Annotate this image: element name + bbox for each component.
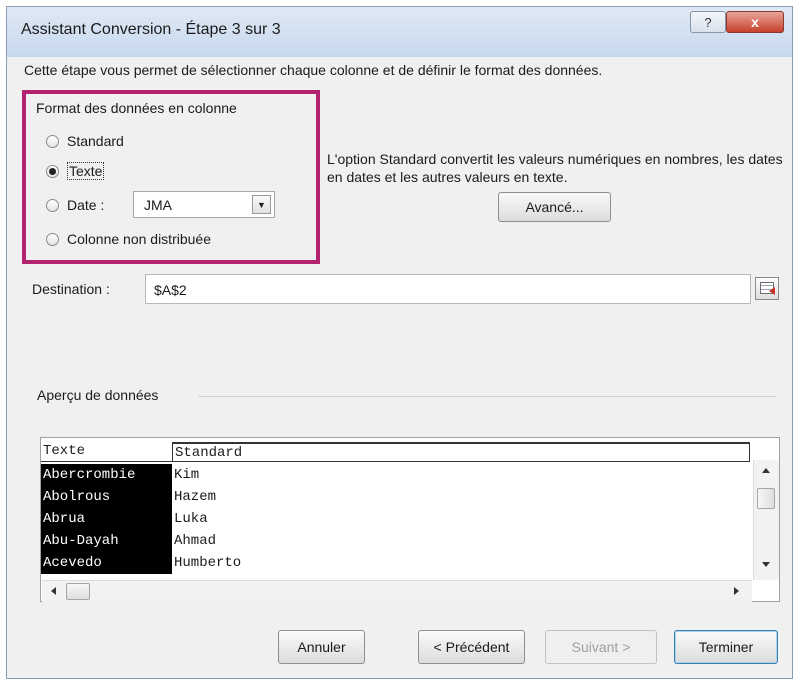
column-format-legend: Format des données en colonne (36, 100, 237, 116)
radio-standard-label[interactable]: Standard (67, 133, 124, 149)
date-format-value: JMA (144, 197, 172, 213)
date-format-select[interactable]: JMA ▼ (133, 191, 275, 218)
radio-date-label[interactable]: Date : (67, 197, 104, 213)
chevron-down-icon[interactable]: ▼ (252, 195, 271, 214)
scroll-left-icon[interactable] (51, 587, 56, 595)
column-header-texte[interactable]: Texte (41, 442, 172, 462)
preview-cell[interactable]: Ahmad (172, 530, 750, 552)
previous-button[interactable]: < Précédent (418, 630, 525, 664)
vertical-scroll-thumb[interactable] (757, 488, 775, 509)
preview-cell[interactable]: Luka (172, 508, 750, 530)
preview-cell[interactable]: Abrua (41, 508, 172, 530)
close-icon: x (751, 14, 759, 30)
preview-cell[interactable]: Abercrombie (41, 464, 172, 486)
radio-date[interactable]: Date : (46, 194, 104, 216)
horizontal-scroll-thumb[interactable] (66, 583, 90, 600)
scroll-down-icon[interactable] (762, 562, 770, 567)
preview-cell[interactable]: Humberto (172, 552, 750, 574)
radio-skip-column[interactable]: Colonne non distribuée (46, 228, 211, 250)
preview-cell[interactable]: Abolrous (41, 486, 172, 508)
next-button[interactable]: Suivant > (545, 630, 657, 664)
radio-texte[interactable]: Texte (46, 160, 105, 182)
preview-cell[interactable]: Abu-Dayah (41, 530, 172, 552)
close-button[interactable]: x (726, 11, 784, 33)
scroll-up-icon[interactable] (762, 468, 770, 473)
preview-cell[interactable]: Kim (172, 464, 750, 486)
destination-input[interactable]: $A$2 (145, 274, 751, 304)
preview-cell[interactable]: Hazem (172, 486, 750, 508)
radio-standard-indicator[interactable] (46, 134, 59, 148)
destination-value[interactable]: $A$2 (154, 282, 187, 298)
format-description: L'option Standard convertit les valeurs … (327, 151, 783, 185)
vertical-scrollbar[interactable] (753, 460, 779, 580)
scroll-right-icon[interactable] (734, 587, 739, 595)
column-header-standard[interactable]: Standard (172, 442, 750, 462)
dialog-title: Assistant Conversion - Étape 3 sur 3 (21, 21, 281, 38)
collapse-dialog-button[interactable] (755, 277, 779, 300)
preview-cell[interactable]: Acevedo (41, 552, 172, 574)
finish-button[interactable]: Terminer (674, 630, 778, 664)
preview-label: Aperçu de données (37, 387, 159, 403)
destination-label: Destination : (32, 281, 110, 297)
intro-text: Cette étape vous permet de sélectionner … (24, 62, 603, 78)
preview-group-divider (198, 396, 776, 397)
title-bar: Assistant Conversion - Étape 3 sur 3 ? x (7, 7, 792, 57)
radio-standard[interactable]: Standard (46, 130, 124, 152)
cancel-button[interactable]: Annuler (278, 630, 365, 664)
radio-skip-column-label[interactable]: Colonne non distribuée (67, 231, 211, 247)
radio-texte-indicator[interactable] (46, 164, 59, 178)
radio-date-indicator[interactable] (46, 198, 59, 212)
help-button[interactable]: ? (690, 11, 726, 33)
arrow-icon (769, 287, 775, 295)
horizontal-scrollbar[interactable] (42, 580, 752, 602)
radio-texte-label[interactable]: Texte (67, 162, 105, 180)
help-icon: ? (704, 15, 712, 30)
advanced-button[interactable]: Avancé... (498, 192, 611, 222)
radio-skip-column-indicator[interactable] (46, 232, 59, 246)
data-preview[interactable]: Texte Standard Abercrombie Kim Abolrous … (40, 437, 780, 602)
